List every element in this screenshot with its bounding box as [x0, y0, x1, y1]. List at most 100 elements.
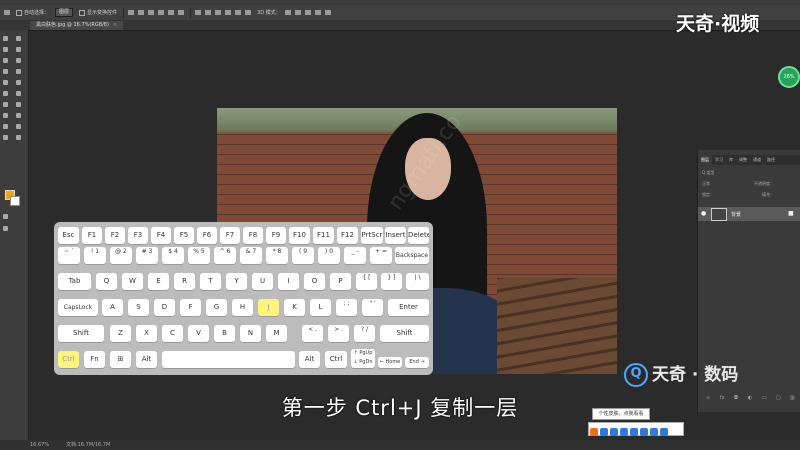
key-right-bracket: } ] [381, 273, 402, 290]
key-u: U [252, 273, 273, 290]
key-end: End → [405, 357, 429, 368]
key-f11: F11 [313, 227, 334, 244]
key-space [162, 351, 295, 368]
type-tool-icon[interactable] [16, 113, 21, 118]
add-mask-icon[interactable]: ◘ [734, 395, 738, 401]
blend-mode-dropdown[interactable]: 正常 [702, 181, 710, 186]
align-top-icon[interactable] [128, 10, 135, 15]
blur-tool-icon[interactable] [3, 102, 8, 107]
key-h: H [232, 299, 253, 316]
zoom-level[interactable]: 16.67% [30, 440, 49, 450]
eraser-tool-icon[interactable] [3, 91, 8, 96]
drag-3d-icon[interactable] [304, 10, 311, 15]
mode-3d-label: 3D 模式： [257, 10, 281, 16]
show-transform-checkbox[interactable]: 显示变换控件 [79, 9, 117, 16]
tab-adjustments[interactable]: 调整 [736, 155, 750, 165]
brush-tool-icon[interactable] [16, 69, 21, 74]
brand-bottom-text: 天奇 · 数码 [652, 365, 739, 385]
ime-punct-icon[interactable] [610, 428, 618, 436]
background-color-swatch[interactable] [10, 196, 20, 206]
tab-learn[interactable]: 学习 [712, 155, 726, 165]
key-capslock: CapsLock [58, 299, 98, 316]
ime-toolbar[interactable] [588, 422, 684, 436]
key-s: S [128, 299, 149, 316]
brand-icon: Q [624, 363, 648, 387]
tools-panel [0, 30, 29, 440]
tab-libraries[interactable]: 库 [726, 155, 736, 165]
crop-tool-icon[interactable] [3, 58, 8, 63]
gradient-tool-icon[interactable] [16, 91, 21, 96]
clone-stamp-icon[interactable] [3, 80, 8, 85]
rotate-3d-icon[interactable] [284, 10, 291, 15]
key-p: P [330, 273, 351, 290]
screen-mode-icon[interactable] [3, 226, 8, 231]
align-center-icon[interactable] [168, 10, 175, 15]
delete-layer-icon[interactable]: ▥ [790, 395, 795, 401]
close-icon[interactable]: × [113, 22, 117, 28]
key-f2: F2 [105, 227, 125, 244]
healing-brush-icon[interactable] [3, 69, 8, 74]
key-g: G [206, 299, 227, 316]
key-k: K [284, 299, 305, 316]
distribute-left-icon[interactable] [225, 10, 232, 15]
distribute-center-icon[interactable] [235, 10, 242, 15]
key-f6: F6 [197, 227, 217, 244]
eyedropper-tool-icon[interactable] [16, 58, 21, 63]
move-tool-icon[interactable] [3, 36, 8, 41]
performance-badge[interactable]: 26% [778, 66, 800, 88]
layer-kind-filter[interactable]: Q 类型 [702, 170, 797, 178]
quick-mask-icon[interactable] [3, 214, 8, 219]
path-select-icon[interactable] [3, 124, 8, 129]
slide-3d-icon[interactable] [314, 10, 321, 15]
marquee-tool-icon[interactable] [16, 36, 21, 41]
key-fn: Fn [84, 351, 105, 368]
ime-keyboard-icon[interactable] [630, 428, 638, 436]
key-v: V [188, 325, 209, 342]
align-middle-icon[interactable] [138, 10, 145, 15]
rectangle-tool-icon[interactable] [16, 124, 21, 129]
zoom-tool-icon[interactable] [16, 135, 21, 140]
align-right-icon[interactable] [178, 10, 185, 15]
auto-select-target-dropdown[interactable]: 图层 [55, 8, 74, 17]
doc-size: 文档:16.7M/16.7M [66, 442, 111, 448]
hand-tool-icon[interactable] [3, 135, 8, 140]
ime-tools-icon[interactable] [650, 428, 658, 436]
distribute-bottom-icon[interactable] [215, 10, 222, 15]
scale-3d-icon[interactable] [324, 10, 331, 15]
link-layers-icon[interactable]: ∞ [706, 395, 710, 401]
move-tool-icon[interactable] [4, 10, 10, 15]
distribute-middle-icon[interactable] [205, 10, 212, 15]
quick-select-tool-icon[interactable] [16, 47, 21, 52]
history-brush-icon[interactable] [16, 80, 21, 85]
tab-layers[interactable]: 图层 [698, 155, 712, 165]
ime-menu-icon[interactable] [660, 428, 668, 436]
pen-tool-icon[interactable] [3, 113, 8, 118]
key-5: % 5 [188, 247, 210, 264]
new-layer-icon[interactable]: ▢ [776, 395, 781, 401]
auto-select-checkbox[interactable]: 自动选择： [16, 9, 49, 16]
document-tab[interactable]: 黑白肤色.jpg @ 16.7%(RGB/8) × [30, 21, 124, 30]
adjustment-layer-icon[interactable]: ◐ [748, 395, 752, 401]
distribute-top-icon[interactable] [195, 10, 202, 15]
layer-row-background[interactable]: ● 背景 ■ [698, 207, 800, 221]
tab-channels[interactable]: 通道 [750, 155, 764, 165]
ime-lang-icon[interactable] [600, 428, 608, 436]
key-f12: F12 [337, 227, 358, 244]
lasso-tool-icon[interactable] [3, 47, 8, 52]
align-left-icon[interactable] [158, 10, 165, 15]
key-shift-right: Shift [380, 325, 429, 342]
tab-paths[interactable]: 路径 [764, 155, 778, 165]
ime-skin-icon[interactable] [640, 428, 648, 436]
dodge-tool-icon[interactable] [16, 102, 21, 107]
eye-icon[interactable]: ● [701, 210, 706, 217]
key-f9: F9 [266, 227, 286, 244]
fx-icon[interactable]: fx [720, 395, 725, 401]
ime-logo-icon[interactable] [590, 428, 598, 436]
ime-mic-icon[interactable] [620, 428, 628, 436]
align-bottom-icon[interactable] [148, 10, 155, 15]
key-w: W [122, 273, 143, 290]
photo-logs [497, 278, 617, 374]
distribute-right-icon[interactable] [245, 10, 252, 15]
new-group-icon[interactable]: ▭ [762, 395, 767, 401]
roll-3d-icon[interactable] [294, 10, 301, 15]
